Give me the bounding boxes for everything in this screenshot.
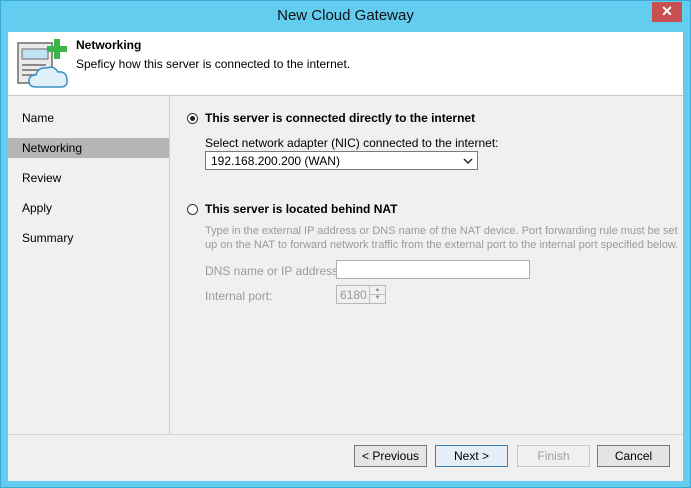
port-value: 6180: [340, 288, 367, 302]
cloud-gateway-icon: [16, 37, 76, 92]
nat-label[interactable]: This server is located behind NAT: [205, 202, 398, 216]
finish-button[interactable]: Finish: [517, 445, 590, 467]
page-title: Networking: [76, 38, 142, 52]
previous-button[interactable]: < Previous: [354, 445, 427, 467]
networking-panel: This server is connected directly to the…: [170, 96, 683, 434]
port-stepper[interactable]: 6180 ▲ ▼: [336, 285, 386, 304]
step-name[interactable]: Name: [8, 108, 169, 128]
cancel-button[interactable]: Cancel: [597, 445, 670, 467]
nat-radio[interactable]: [187, 204, 198, 215]
port-label: Internal port:: [205, 289, 273, 303]
chevron-down-icon: [463, 158, 473, 165]
dns-input[interactable]: [336, 260, 530, 279]
nic-prompt: Select network adapter (NIC) connected t…: [205, 136, 499, 150]
footer-divider: [8, 434, 683, 435]
port-spin-buttons: ▲ ▼: [369, 286, 385, 303]
title-bar[interactable]: New Cloud Gateway ✕: [1, 1, 690, 32]
next-button[interactable]: Next >: [435, 445, 508, 467]
nic-select[interactable]: 192.168.200.200 (WAN): [205, 151, 478, 170]
wizard-header: Networking Speficy how this server is co…: [8, 32, 683, 96]
wizard-client: Networking Speficy how this server is co…: [8, 32, 683, 481]
step-summary[interactable]: Summary: [8, 228, 169, 248]
spin-down-icon[interactable]: ▼: [370, 294, 385, 302]
direct-connection-label[interactable]: This server is connected directly to the…: [205, 111, 475, 125]
close-button[interactable]: ✕: [652, 2, 682, 22]
step-review[interactable]: Review: [8, 168, 169, 188]
direct-connection-radio[interactable]: [187, 113, 198, 124]
dns-label: DNS name or IP address:: [205, 264, 342, 278]
step-networking[interactable]: Networking: [8, 138, 169, 158]
wizard-steps: Name Networking Review Apply Summary: [8, 96, 170, 434]
step-apply[interactable]: Apply: [8, 198, 169, 218]
nic-select-value: 192.168.200.200 (WAN): [211, 154, 340, 168]
nat-help-line-1: Type in the external IP address or DNS n…: [205, 225, 678, 237]
wizard-window: New Cloud Gateway ✕ Networking Speficy h…: [0, 0, 691, 488]
window-title: New Cloud Gateway: [277, 7, 414, 24]
page-description: Speficy how this server is connected to …: [76, 57, 351, 71]
nat-help-line-2: up on the NAT to forward network traffic…: [205, 239, 679, 251]
